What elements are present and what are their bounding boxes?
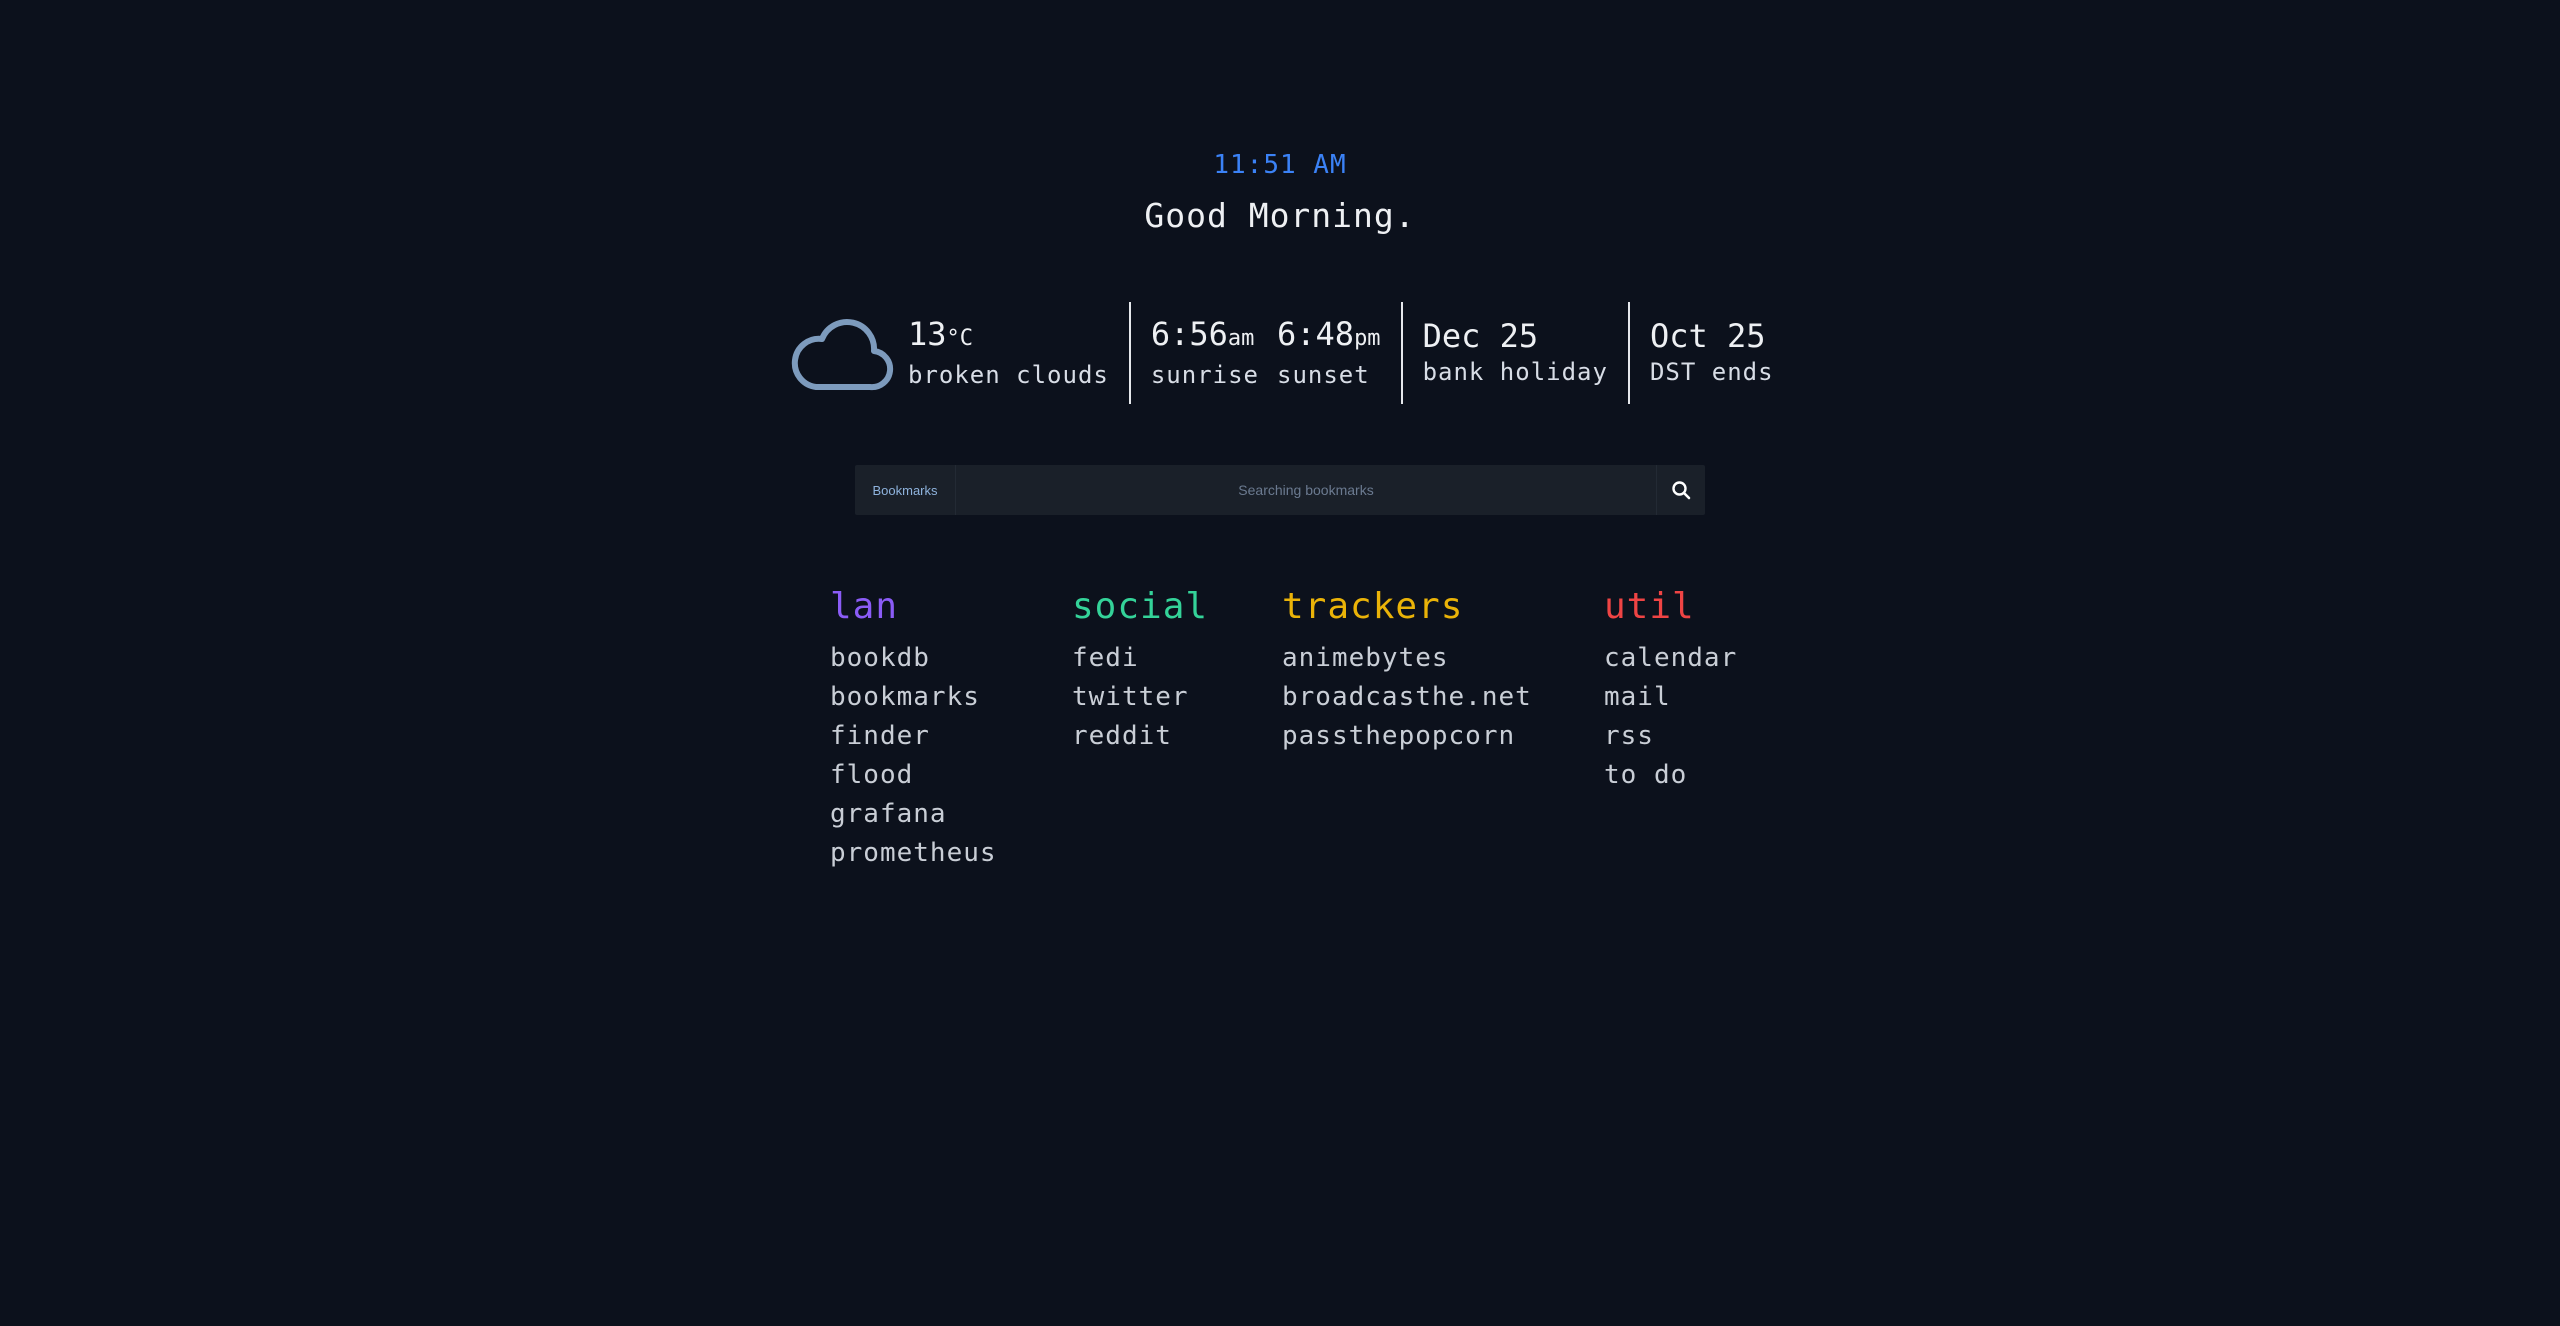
bookmark-link[interactable]: calendar [1604, 639, 1737, 678]
category-lan: lan bookdb bookmarks finder flood grafan… [830, 585, 997, 873]
search-scope-label[interactable]: Bookmarks [855, 465, 956, 515]
bookmark-link[interactable]: twitter [1072, 678, 1208, 717]
sunrise-time: 6:56 [1150, 314, 1228, 353]
bookmark-link[interactable]: flood [830, 756, 997, 795]
search-input[interactable] [956, 465, 1656, 515]
link-list: bookdb bookmarks finder flood grafana pr… [830, 639, 997, 873]
sunset-time: 6:48 [1277, 314, 1355, 353]
temperature: 13°C [908, 315, 1109, 358]
cloud-icon [791, 319, 894, 391]
sunrise: 6:56am sunrise [1151, 315, 1259, 392]
bookmark-link[interactable]: to do [1604, 756, 1737, 795]
weather-details: 13°C broken clouds [908, 315, 1109, 392]
temperature-unit: °C [946, 325, 974, 351]
search-bar: Bookmarks [855, 465, 1705, 515]
link-list: animebytes broadcasthe.net passthepopcor… [1282, 639, 1532, 756]
event-label: bank holiday [1422, 358, 1608, 386]
category-title: util [1604, 586, 1695, 627]
category-util: util calendar mail rss to do [1604, 585, 1737, 795]
event-label: DST ends [1649, 358, 1774, 386]
startpage: 11:51 AM Good Morning. 13°C broken cloud… [0, 0, 2560, 1326]
link-list: calendar mail rss to do [1604, 639, 1737, 795]
event-date: Dec 25 [1422, 317, 1539, 355]
event-date: Oct 25 [1649, 317, 1766, 355]
category-title: social [1072, 586, 1209, 627]
category-social: social fedi twitter reddit [1072, 585, 1208, 756]
bookmark-link[interactable]: bookdb [830, 639, 997, 678]
bookmark-link[interactable]: passthepopcorn [1282, 717, 1532, 756]
category-title: lan [830, 586, 899, 627]
info-bar: 13°C broken clouds 6:56am sunrise 6:48pm… [790, 302, 1794, 404]
sunrise-suffix: am [1227, 325, 1255, 351]
category-title: trackers [1282, 586, 1464, 627]
bookmark-link[interactable]: prometheus [830, 834, 997, 873]
bookmark-link[interactable]: finder [830, 717, 997, 756]
bookmark-link[interactable]: rss [1604, 717, 1737, 756]
temperature-value: 13 [908, 314, 947, 353]
sunset-label: sunset [1277, 360, 1370, 389]
weather-widget: 13°C broken clouds [790, 313, 1129, 393]
bookmark-link[interactable]: grafana [830, 795, 997, 834]
greeting-text: Good Morning. [1144, 196, 1416, 235]
bookmark-link[interactable]: fedi [1072, 639, 1208, 678]
bookmark-link[interactable]: bookmarks [830, 678, 997, 717]
sunrise-label: sunrise [1150, 360, 1259, 389]
bookmark-link[interactable]: broadcasthe.net [1282, 678, 1532, 717]
sun-times: 6:56am sunrise 6:48pm sunset [1131, 315, 1401, 392]
event-dst-ends: Oct 25 DST ends [1630, 317, 1794, 389]
search-button[interactable] [1656, 465, 1705, 515]
bookmark-link[interactable]: animebytes [1282, 639, 1532, 678]
sunset-suffix: pm [1354, 325, 1381, 351]
weather-description: broken clouds [908, 360, 1109, 389]
link-list: fedi twitter reddit [1072, 639, 1208, 756]
event-bank-holiday: Dec 25 bank holiday [1403, 317, 1628, 389]
bookmark-link[interactable]: reddit [1072, 717, 1208, 756]
bookmark-link[interactable]: mail [1604, 678, 1737, 717]
search-icon [1672, 481, 1691, 500]
sunset: 6:48pm sunset [1277, 315, 1381, 392]
clock-time: 11:51 AM [1213, 150, 1347, 180]
category-trackers: trackers animebytes broadcasthe.net pass… [1282, 585, 1532, 756]
